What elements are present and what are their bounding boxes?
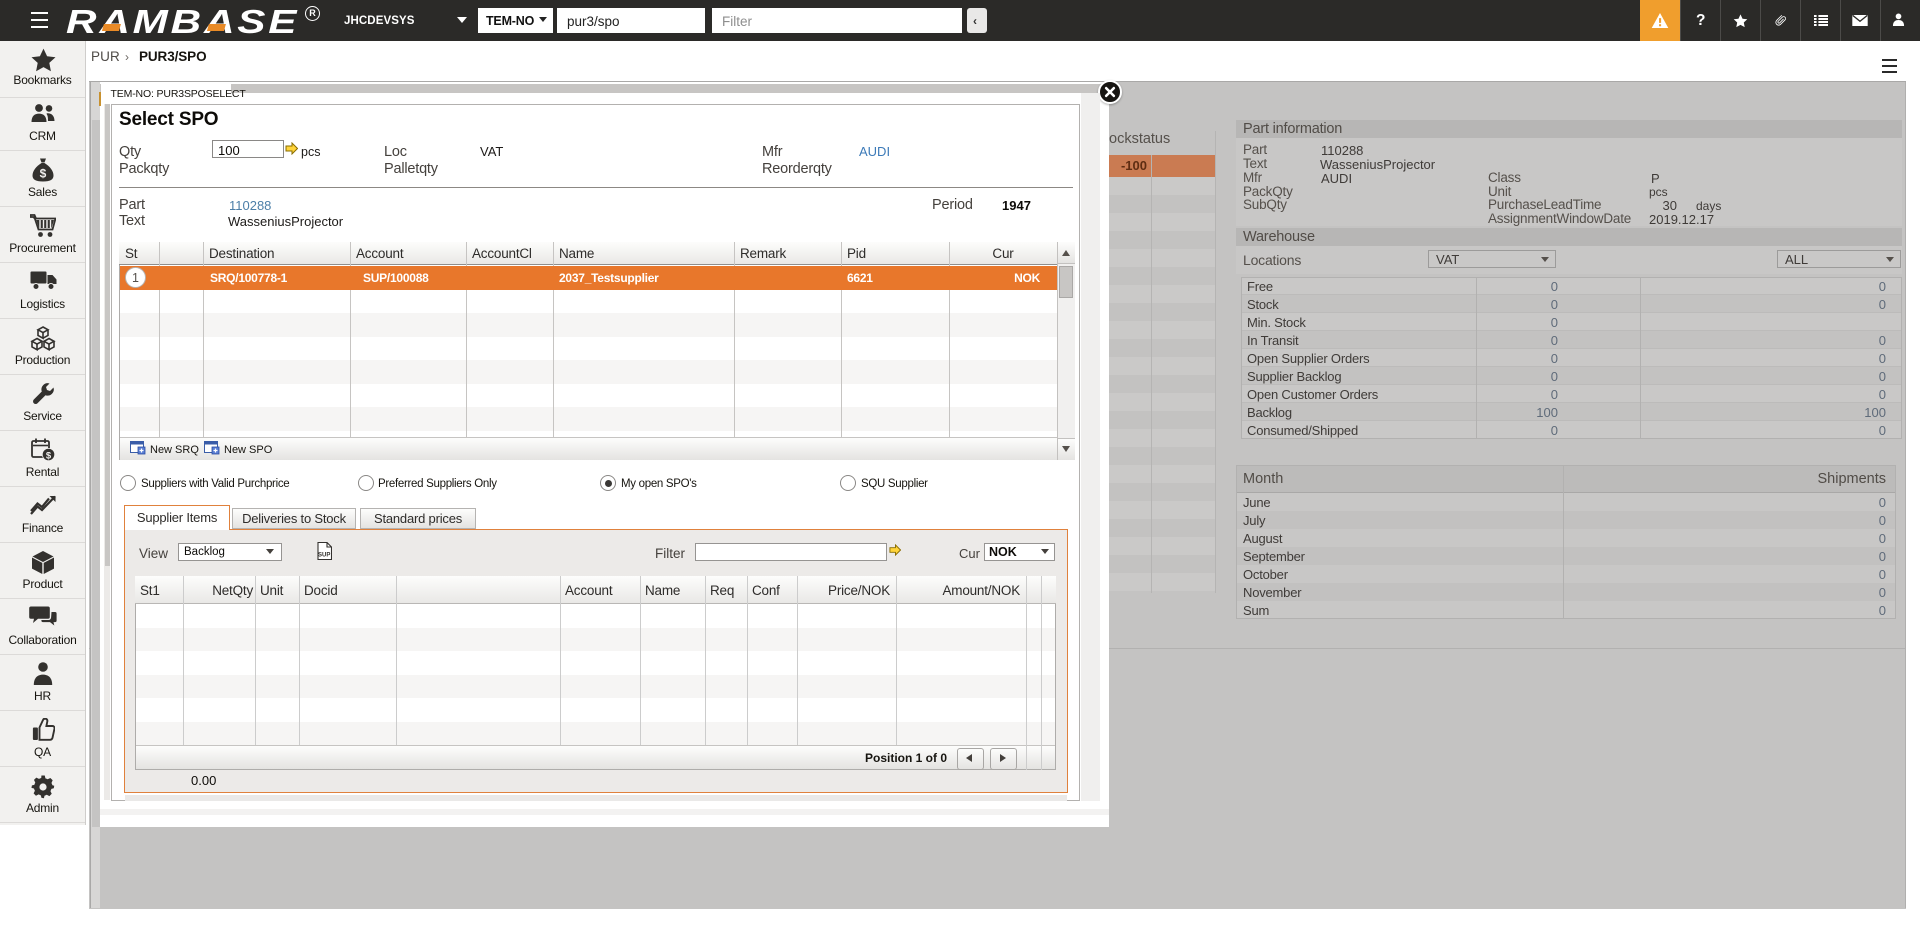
svg-text:$: $: [40, 167, 47, 181]
svg-text:SUP: SUP: [318, 553, 330, 559]
svg-text:$: $: [45, 450, 51, 461]
